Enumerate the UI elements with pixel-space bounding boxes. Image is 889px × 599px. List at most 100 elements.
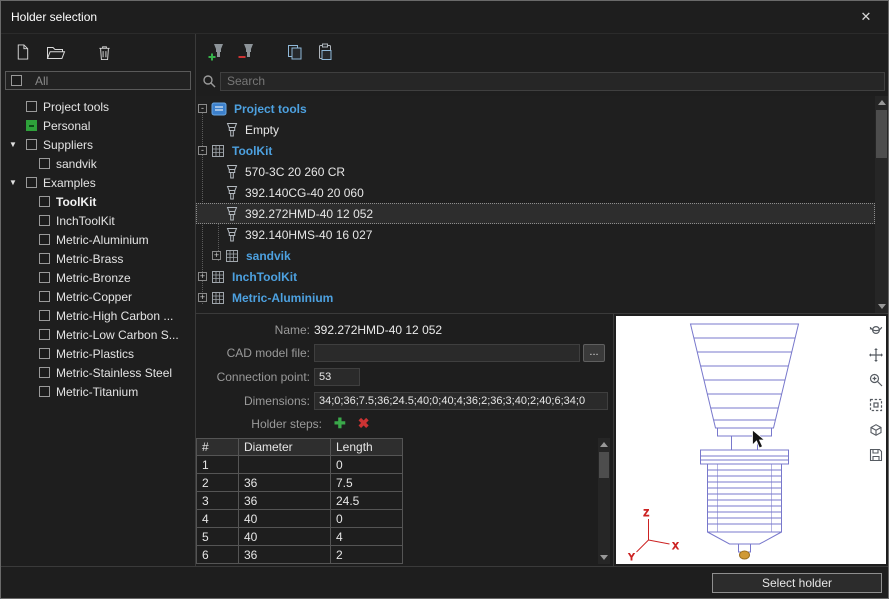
chevron-down-icon[interactable]: ▼ xyxy=(9,136,26,153)
sidebar-item-inchtoolkit[interactable]: InchToolKit xyxy=(1,211,195,230)
tree-item-project-tools[interactable]: - Project tools xyxy=(196,98,875,119)
cell-diameter[interactable]: 40 xyxy=(239,510,331,528)
sidebar-item-metric-titanium[interactable]: Metric-Titanium xyxy=(1,382,195,401)
expand-icon[interactable]: + xyxy=(198,272,207,281)
tree-item-sandvik[interactable]: + sandvik xyxy=(196,245,875,266)
sidebar-item-sandvik[interactable]: sandvik xyxy=(1,154,195,173)
table-row[interactable]: 1 0 xyxy=(197,456,403,474)
sidebar-item-metric-high-carbon[interactable]: Metric-High Carbon ... xyxy=(1,306,195,325)
checkbox[interactable] xyxy=(39,310,50,321)
checkbox[interactable] xyxy=(39,272,50,283)
checkbox[interactable] xyxy=(39,386,50,397)
table-row[interactable]: 2 36 7.5 xyxy=(197,474,403,492)
add-step-icon[interactable]: ✚ xyxy=(334,415,346,432)
col-diameter[interactable]: Diameter xyxy=(239,439,331,456)
scroll-up-icon[interactable] xyxy=(598,438,610,451)
scrollbar-thumb[interactable] xyxy=(599,452,609,478)
select-holder-button[interactable]: Select holder xyxy=(712,573,882,593)
sidebar-item-personal[interactable]: Personal xyxy=(1,116,195,135)
collapse-icon[interactable]: - xyxy=(198,146,207,155)
sidebar-item-project-tools[interactable]: Project tools xyxy=(1,97,195,116)
sidebar-item-metric-plastics[interactable]: Metric-Plastics xyxy=(1,344,195,363)
tree-scrollbar[interactable] xyxy=(875,96,888,313)
orbit-view-icon[interactable] xyxy=(867,321,884,338)
table-row[interactable]: 5 40 4 xyxy=(197,528,403,546)
expand-icon[interactable]: + xyxy=(198,293,207,302)
table-row[interactable]: 3 36 24.5 xyxy=(197,492,403,510)
save-view-icon[interactable] xyxy=(867,446,884,463)
holder-3d-viewport[interactable]: Z Y X xyxy=(616,316,886,564)
cell-length[interactable]: 7.5 xyxy=(331,474,403,492)
new-library-button[interactable] xyxy=(11,41,33,63)
checkbox[interactable] xyxy=(39,158,50,169)
col-length[interactable]: Length xyxy=(331,439,403,456)
sidebar-item-metric-stainless-steel[interactable]: Metric-Stainless Steel xyxy=(1,363,195,382)
col-number[interactable]: # xyxy=(197,439,239,456)
table-row[interactable]: 6 36 2 xyxy=(197,546,403,564)
cell-number[interactable]: 5 xyxy=(197,528,239,546)
shaded-view-icon[interactable] xyxy=(867,421,884,438)
sidebar-item-metric-aluminium[interactable]: Metric-Aluminium xyxy=(1,230,195,249)
cell-diameter[interactable]: 36 xyxy=(239,474,331,492)
connection-point-input[interactable] xyxy=(314,368,360,386)
tree-item-inchtoolkit[interactable]: + InchToolKit xyxy=(196,266,875,287)
open-library-button[interactable] xyxy=(45,41,67,63)
checkbox[interactable] xyxy=(39,234,50,245)
cell-diameter[interactable] xyxy=(239,456,331,474)
checkbox[interactable] xyxy=(39,329,50,340)
checkbox[interactable] xyxy=(26,139,37,150)
checkbox[interactable] xyxy=(39,291,50,302)
sidebar-item-toolkit[interactable]: ToolKit xyxy=(1,192,195,211)
sidebar-item-metric-bronze[interactable]: Metric-Bronze xyxy=(1,268,195,287)
delete-step-icon[interactable]: ✖ xyxy=(358,415,370,432)
sidebar-item-examples[interactable]: ▼ Examples xyxy=(1,173,195,192)
scrollbar-thumb[interactable] xyxy=(876,110,887,158)
browse-button[interactable]: ... xyxy=(583,344,605,362)
cell-diameter[interactable]: 40 xyxy=(239,528,331,546)
scroll-down-icon[interactable] xyxy=(598,551,610,564)
cell-length[interactable]: 0 xyxy=(331,510,403,528)
checkbox[interactable] xyxy=(39,367,50,378)
sidebar-item-metric-brass[interactable]: Metric-Brass xyxy=(1,249,195,268)
cell-number[interactable]: 4 xyxy=(197,510,239,528)
copy-holder-button[interactable] xyxy=(284,41,306,63)
collapse-icon[interactable]: - xyxy=(198,104,207,113)
checkbox[interactable] xyxy=(39,215,50,226)
add-holder-button[interactable] xyxy=(206,41,228,63)
tree-item-metric-aluminium[interactable]: + Metric-Aluminium xyxy=(196,287,875,308)
cad-model-input[interactable] xyxy=(314,344,580,362)
cell-diameter[interactable]: 36 xyxy=(239,546,331,564)
tree-item-toolkit[interactable]: - ToolKit xyxy=(196,140,875,161)
checkbox[interactable] xyxy=(39,253,50,264)
pan-view-icon[interactable] xyxy=(867,346,884,363)
tree-item-570-3c[interactable]: 570-3C 20 260 CR xyxy=(196,161,875,182)
sidebar-item-suppliers[interactable]: ▼ Suppliers xyxy=(1,135,195,154)
dimensions-input[interactable] xyxy=(314,392,608,410)
checkbox-partial[interactable] xyxy=(26,120,37,131)
cell-length[interactable]: 4 xyxy=(331,528,403,546)
delete-library-button[interactable] xyxy=(93,41,115,63)
expand-icon[interactable]: + xyxy=(212,251,221,260)
tree-item-empty[interactable]: Empty xyxy=(196,119,875,140)
sidebar-item-metric-low-carbon[interactable]: Metric-Low Carbon S... xyxy=(1,325,195,344)
cell-number[interactable]: 3 xyxy=(197,492,239,510)
cell-length[interactable]: 2 xyxy=(331,546,403,564)
scroll-down-icon[interactable] xyxy=(875,300,888,313)
table-scrollbar[interactable] xyxy=(598,438,610,564)
checkbox[interactable] xyxy=(39,196,50,207)
cell-number[interactable]: 1 xyxy=(197,456,239,474)
tree-item-392-272hmd[interactable]: 392.272HMD-40 12 052 xyxy=(196,203,875,224)
tree-item-392-140hms[interactable]: 392.140HMS-40 16 027 xyxy=(196,224,875,245)
fit-view-icon[interactable] xyxy=(867,396,884,413)
cell-number[interactable]: 6 xyxy=(197,546,239,564)
chevron-down-icon[interactable]: ▼ xyxy=(9,174,26,191)
all-checkbox[interactable] xyxy=(11,75,22,86)
scroll-up-icon[interactable] xyxy=(875,96,888,109)
sidebar-item-metric-copper[interactable]: Metric-Copper xyxy=(1,287,195,306)
table-row[interactable]: 4 40 0 xyxy=(197,510,403,528)
cell-diameter[interactable]: 36 xyxy=(239,492,331,510)
tree-item-392-140cg[interactable]: 392.140CG-40 20 060 xyxy=(196,182,875,203)
paste-holder-button[interactable] xyxy=(314,41,336,63)
cell-length[interactable]: 0 xyxy=(331,456,403,474)
checkbox[interactable] xyxy=(26,177,37,188)
